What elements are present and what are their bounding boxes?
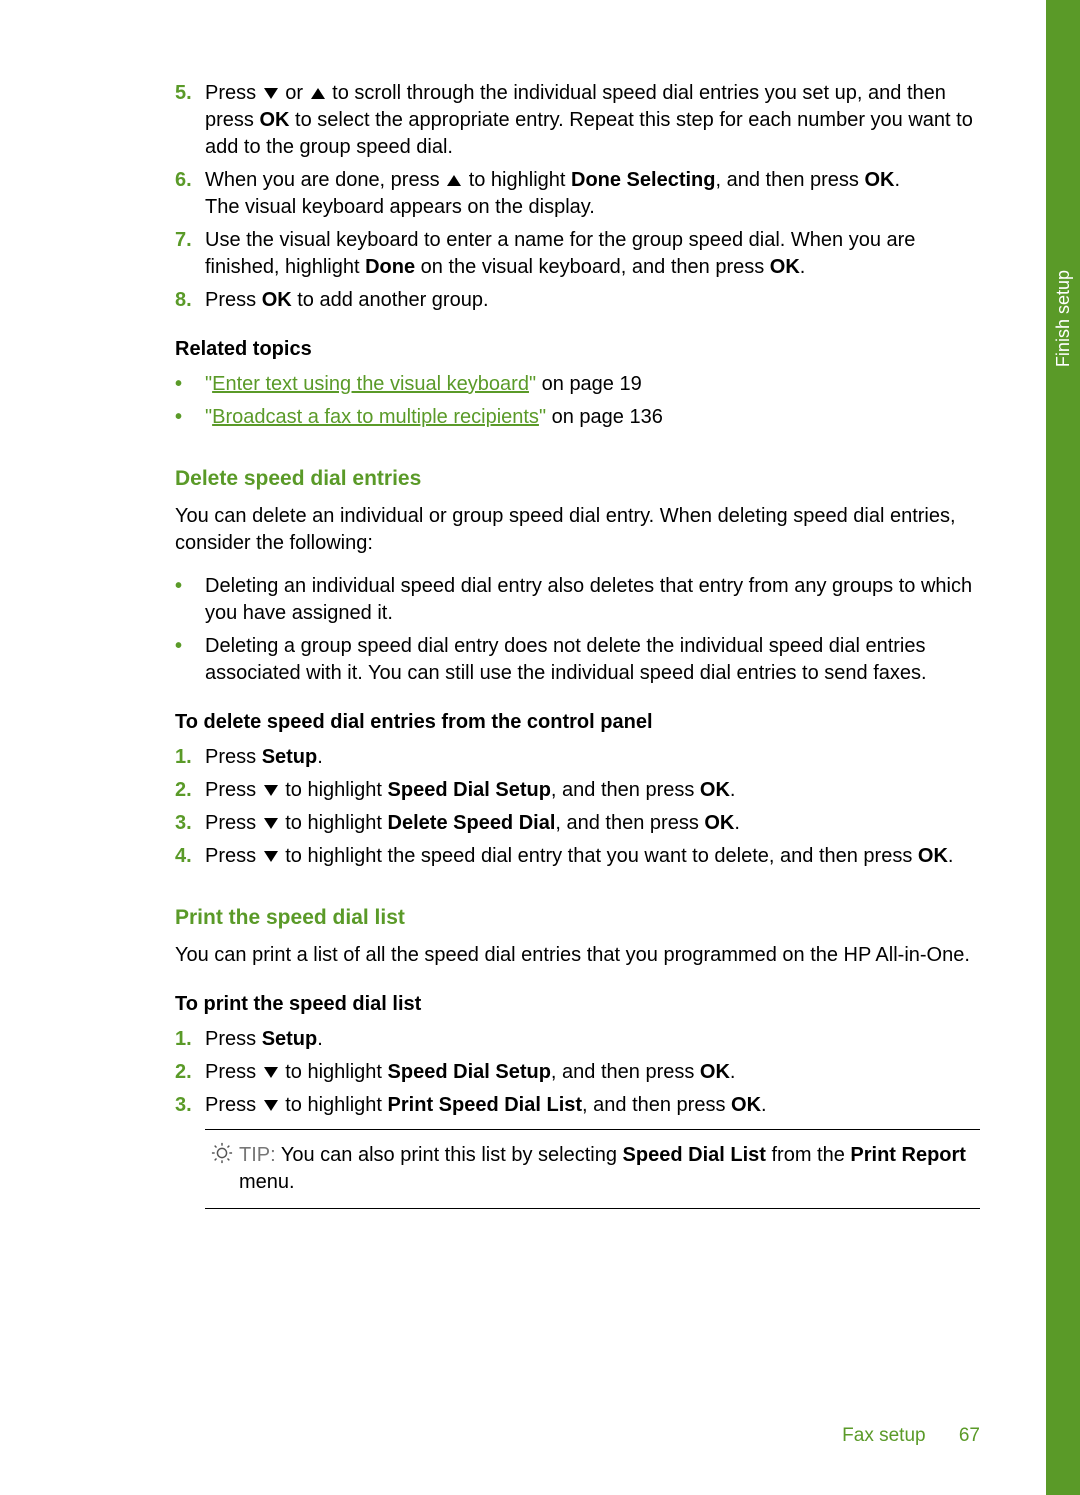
step-number: 2. xyxy=(175,1059,205,1086)
print-heading: Print the speed dial list xyxy=(175,906,980,930)
ui-term: OK xyxy=(731,1094,761,1116)
step-item: 2.Press to highlight Speed Dial Setup, a… xyxy=(175,1059,980,1086)
delete-considerations-list: •Deleting an individual speed dial entry… xyxy=(175,573,980,687)
step-item: 3.Press to highlight Delete Speed Dial, … xyxy=(175,810,980,837)
step-number: 5. xyxy=(175,80,205,107)
down-arrow-icon xyxy=(264,88,278,99)
step-number: 3. xyxy=(175,1092,205,1119)
tip-text: TIP: You can also print this list by sel… xyxy=(239,1142,980,1196)
step-text: Press Setup. xyxy=(205,744,980,771)
step-text: Press to highlight Speed Dial Setup, and… xyxy=(205,1059,980,1086)
related-topic-item: •"Enter text using the visual keyboard" … xyxy=(175,371,980,398)
step-text: When you are done, press to highlight Do… xyxy=(205,167,980,221)
consideration-text: Deleting a group speed dial entry does n… xyxy=(205,633,980,687)
page-footer: Fax setup 67 xyxy=(842,1425,980,1447)
ui-term: OK xyxy=(700,779,730,801)
step-text: Press or to scroll through the individua… xyxy=(205,80,980,161)
footer-page-number: 67 xyxy=(959,1425,980,1446)
ui-term: OK xyxy=(259,109,289,131)
continued-step-list: 5.Press or to scroll through the individ… xyxy=(175,80,980,314)
step-item: 5.Press or to scroll through the individ… xyxy=(175,80,980,161)
step-number: 1. xyxy=(175,744,205,771)
ui-term: Speed Dial Setup xyxy=(388,779,551,801)
step-item: 7.Use the visual keyboard to enter a nam… xyxy=(175,227,980,281)
step-item: 4.Press to highlight the speed dial entr… xyxy=(175,843,980,870)
footer-section: Fax setup xyxy=(842,1425,925,1446)
up-arrow-icon xyxy=(447,175,461,186)
step-number: 4. xyxy=(175,843,205,870)
step-number: 2. xyxy=(175,777,205,804)
delete-intro-para: You can delete an individual or group sp… xyxy=(175,503,980,557)
step-item: 3.Press to highlight Print Speed Dial Li… xyxy=(175,1092,980,1119)
step-item: 1.Press Setup. xyxy=(175,1026,980,1053)
consideration-item: •Deleting a group speed dial entry does … xyxy=(175,633,980,687)
cross-reference-link[interactable]: Enter text using the visual keyboard xyxy=(212,373,529,395)
consideration-text: Deleting an individual speed dial entry … xyxy=(205,573,980,627)
print-procedure-heading: To print the speed dial list xyxy=(175,993,980,1016)
down-arrow-icon xyxy=(264,785,278,796)
bullet-dot: • xyxy=(175,371,205,398)
tip-box: TIP: You can also print this list by sel… xyxy=(205,1129,980,1209)
tip-icon xyxy=(205,1142,239,1164)
related-topics-list: •"Enter text using the visual keyboard" … xyxy=(175,371,980,431)
ui-term: Speed Dial List xyxy=(623,1144,766,1166)
down-arrow-icon xyxy=(264,1067,278,1078)
tip-label: TIP: xyxy=(239,1144,276,1166)
ui-term: OK xyxy=(700,1061,730,1083)
step-text: Press to highlight Speed Dial Setup, and… xyxy=(205,777,980,804)
step-number: 8. xyxy=(175,287,205,314)
ui-term: Done Selecting xyxy=(571,169,715,191)
ui-term: Print Report xyxy=(850,1144,966,1166)
ui-term: Speed Dial Setup xyxy=(388,1061,551,1083)
print-intro-para: You can print a list of all the speed di… xyxy=(175,942,980,969)
page: Finish setup 5.Press or to scroll throug… xyxy=(0,0,1080,1495)
ui-term: OK xyxy=(864,169,894,191)
related-topic-text: "Enter text using the visual keyboard" o… xyxy=(205,371,980,398)
step-number: 6. xyxy=(175,167,205,194)
cross-reference-link[interactable]: Broadcast a fax to multiple recipients xyxy=(212,406,539,428)
bullet-dot: • xyxy=(175,633,205,660)
up-arrow-icon xyxy=(311,88,325,99)
down-arrow-icon xyxy=(264,851,278,862)
step-text: Use the visual keyboard to enter a name … xyxy=(205,227,980,281)
step-item: 6.When you are done, press to highlight … xyxy=(175,167,980,221)
step-text: Press to highlight Print Speed Dial List… xyxy=(205,1092,980,1119)
related-topic-item: •"Broadcast a fax to multiple recipients… xyxy=(175,404,980,431)
ui-term: Done xyxy=(365,256,415,278)
related-topics-heading: Related topics xyxy=(175,338,980,361)
down-arrow-icon xyxy=(264,1100,278,1111)
step-item: 8.Press OK to add another group. xyxy=(175,287,980,314)
ui-term: OK xyxy=(262,289,292,311)
step-text: Press Setup. xyxy=(205,1026,980,1053)
step-item: 1.Press Setup. xyxy=(175,744,980,771)
down-arrow-icon xyxy=(264,818,278,829)
ui-term: OK xyxy=(704,812,734,834)
step-text: Press OK to add another group. xyxy=(205,287,980,314)
delete-procedure-heading: To delete speed dial entries from the co… xyxy=(175,711,980,734)
ui-term: Setup xyxy=(262,746,318,768)
ui-term: OK xyxy=(770,256,800,278)
consideration-item: •Deleting an individual speed dial entry… xyxy=(175,573,980,627)
chapter-tab: Finish setup xyxy=(1046,0,1080,1495)
delete-step-list: 1.Press Setup.2.Press to highlight Speed… xyxy=(175,744,980,870)
chapter-tab-label: Finish setup xyxy=(1053,270,1074,367)
step-text: Press to highlight Delete Speed Dial, an… xyxy=(205,810,980,837)
ui-term: OK xyxy=(918,845,948,867)
bullet-dot: • xyxy=(175,404,205,431)
step-number: 1. xyxy=(175,1026,205,1053)
step-number: 3. xyxy=(175,810,205,837)
step-number: 7. xyxy=(175,227,205,254)
bullet-dot: • xyxy=(175,573,205,600)
ui-term: Print Speed Dial List xyxy=(388,1094,582,1116)
print-step-list: 1.Press Setup.2.Press to highlight Speed… xyxy=(175,1026,980,1119)
step-item: 2.Press to highlight Speed Dial Setup, a… xyxy=(175,777,980,804)
ui-term: Setup xyxy=(262,1028,318,1050)
delete-heading: Delete speed dial entries xyxy=(175,467,980,491)
related-topic-text: "Broadcast a fax to multiple recipients"… xyxy=(205,404,980,431)
step-text: Press to highlight the speed dial entry … xyxy=(205,843,980,870)
ui-term: Delete Speed Dial xyxy=(388,812,556,834)
